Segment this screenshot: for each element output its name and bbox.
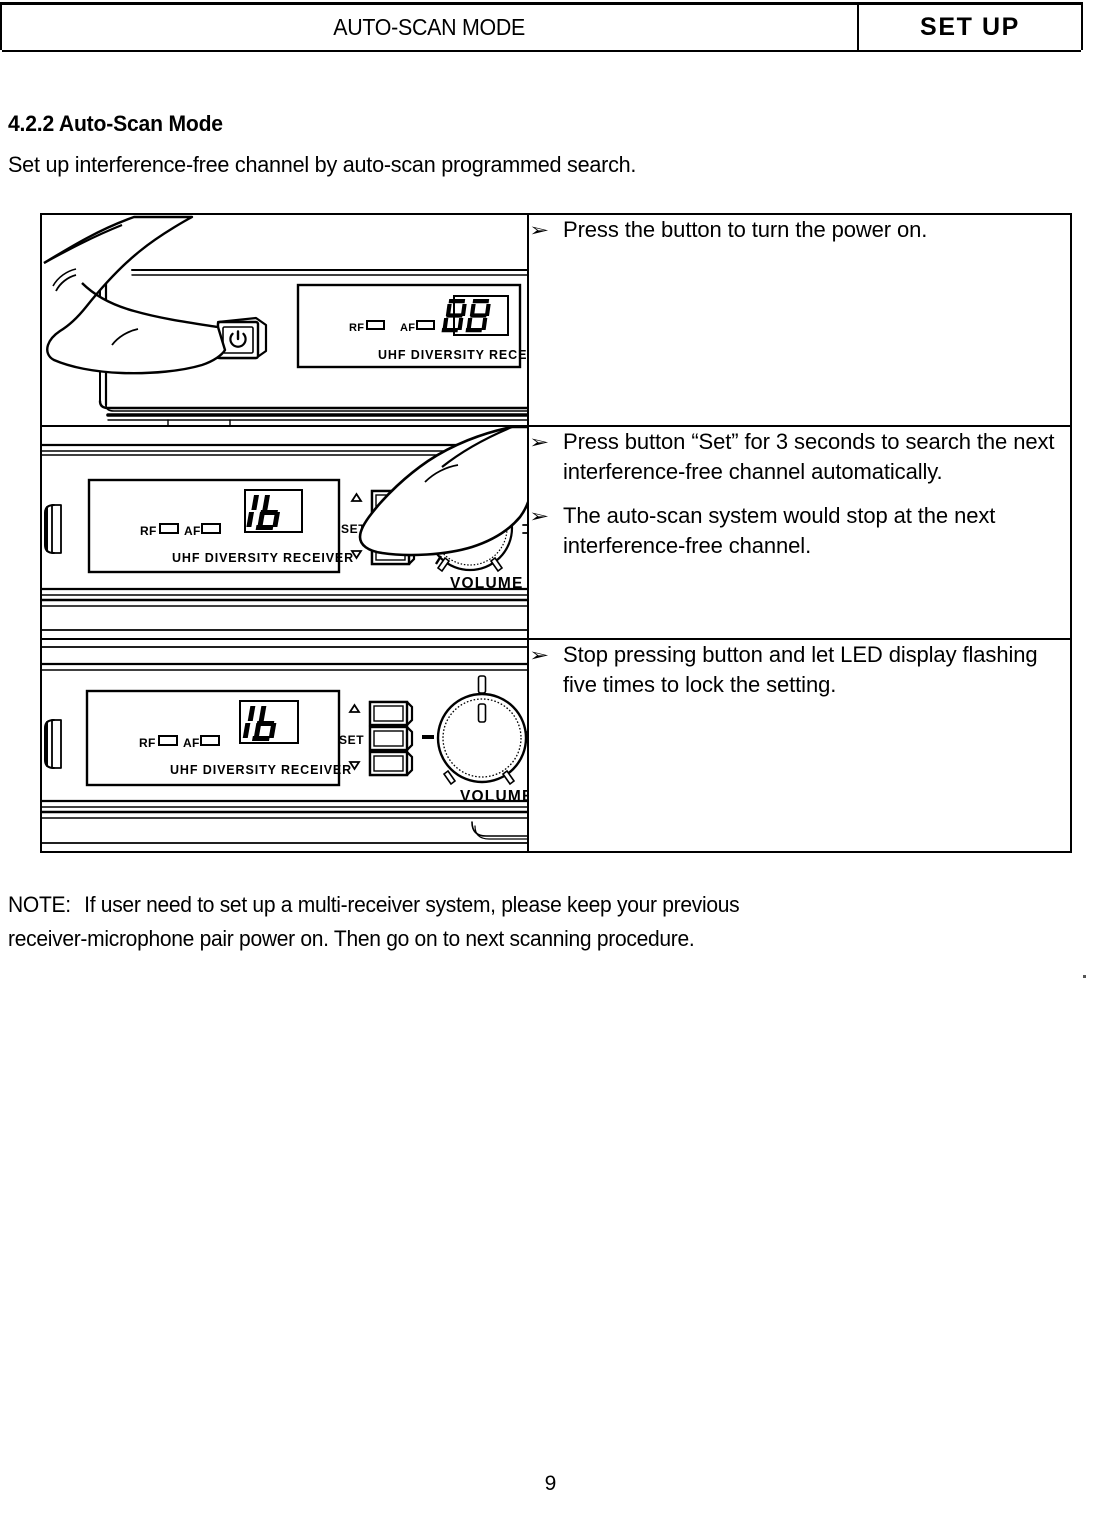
section-intro-text: Set up interference-free channel by auto… bbox=[8, 152, 637, 177]
section-tag: SET UP bbox=[920, 13, 1020, 41]
page-running-header: AUTO-SCAN MODE SET UP bbox=[0, 2, 1083, 52]
table-row: RF AF bbox=[40, 425, 1072, 640]
step-2-bullet-2: The auto-scan system would stop at the n… bbox=[563, 503, 996, 558]
section-heading: 4.2.2 Auto-Scan Mode bbox=[8, 111, 223, 136]
down-button-key bbox=[368, 750, 414, 777]
note-block: NOTE: If user need to set up a multi-rece… bbox=[8, 888, 1068, 956]
svg-text:AF: AF bbox=[400, 322, 415, 334]
stray-artifact-dot bbox=[1083, 975, 1086, 978]
receiver-front-power-svg: RF AF UHF DIVERSITY RECE bbox=[43, 216, 527, 424]
arrow-bullet-icon: ➢ bbox=[529, 431, 550, 453]
text-cell-step-3: ➢ Stop pressing button and let LED displ… bbox=[527, 638, 1072, 853]
step-3-bullet-1: Stop pressing button and let LED display… bbox=[563, 642, 1038, 697]
text-cell-step-2: ➢ Press button “Set” for 3 seconds to se… bbox=[527, 425, 1072, 640]
receiver-locked-setting-illustration: RF AF UHF DIVERSITY RECEIVER SET VOLUME bbox=[43, 641, 528, 850]
arrow-bullet-icon: ➢ bbox=[529, 219, 550, 241]
set-button-key bbox=[368, 725, 414, 752]
svg-text:UHF DIVERSITY RECEIVER: UHF DIVERSITY RECEIVER bbox=[378, 348, 527, 362]
receiver-power-button-press-illustration: RF AF UHF DIVERSITY RECE bbox=[43, 216, 527, 424]
receiver-display-panel: RF AF bbox=[87, 478, 354, 574]
step-2-bullet-1: Press button “Set” for 3 seconds to sear… bbox=[563, 429, 1055, 484]
receiver-display-panel: RF AF bbox=[85, 689, 352, 787]
running-title: AUTO-SCAN MODE bbox=[333, 14, 526, 40]
list-item: ➢ The auto-scan system would stop at the… bbox=[529, 501, 1070, 561]
svg-text:VOLUME: VOLUME bbox=[450, 575, 524, 592]
svg-text:AF: AF bbox=[183, 736, 200, 750]
receiver-front-set-svg: RF AF UHF DIVERSITY RECEIVER SET VOLUME bbox=[43, 428, 526, 631]
pointing-hand-illustration bbox=[43, 216, 227, 375]
note-text-line-2: receiver-microphone pair power on. Then … bbox=[8, 926, 695, 951]
receiver-front-locked-svg: RF AF UHF DIVERSITY RECEIVER SET VOLUME bbox=[43, 646, 528, 844]
step-1-bullet-1: Press the button to turn the power on. bbox=[563, 217, 928, 242]
table-row: RF AF bbox=[40, 638, 1072, 853]
arrow-bullet-icon: ➢ bbox=[529, 644, 550, 666]
note-label: NOTE: bbox=[8, 892, 71, 917]
note-line-1: NOTE: If user need to set up a multi-rece… bbox=[8, 888, 1020, 922]
page-number: 9 bbox=[544, 1472, 557, 1495]
svg-text:UHF DIVERSITY RECEIVER: UHF DIVERSITY RECEIVER bbox=[170, 763, 352, 777]
volume-knob: VOLUME bbox=[436, 675, 528, 805]
figure-cell-step-1: RF AF UHF DIVERSITY RECE bbox=[40, 213, 529, 427]
svg-text:RF: RF bbox=[139, 736, 156, 750]
section-tag-cell: SET UP bbox=[859, 5, 1081, 50]
svg-text:AF: AF bbox=[184, 524, 201, 538]
list-item: ➢ Press the button to turn the power on. bbox=[529, 215, 1070, 245]
up-button-key bbox=[368, 700, 414, 727]
table-row: RF AF bbox=[40, 213, 1072, 427]
receiver-display-panel: RF AF bbox=[296, 283, 527, 369]
arrow-bullet-icon: ➢ bbox=[529, 505, 550, 527]
svg-text:RF: RF bbox=[349, 322, 364, 334]
auto-scan-steps-table: RF AF UHF DIVERSITY RECE ➢ Press the but… bbox=[40, 213, 1072, 853]
svg-text:VOLUME: VOLUME bbox=[460, 788, 528, 805]
svg-text:SET: SET bbox=[339, 733, 364, 747]
running-title-cell: AUTO-SCAN MODE bbox=[2, 5, 859, 50]
figure-cell-step-2: RF AF UHF DIVERSITY RECEIVER SET VOLUME bbox=[40, 425, 529, 640]
svg-text:UHF DIVERSITY RECEIVER: UHF DIVERSITY RECEIVER bbox=[172, 551, 354, 565]
list-item: ➢ Stop pressing button and let LED displ… bbox=[529, 640, 1070, 700]
note-text-line-1: If user need to set up a multi-receiver … bbox=[84, 892, 740, 917]
receiver-control-buttons: SET bbox=[339, 700, 434, 777]
svg-text:RF: RF bbox=[140, 524, 157, 538]
list-item: ➢ Press button “Set” for 3 seconds to se… bbox=[529, 427, 1070, 487]
receiver-set-button-press-illustration: RF AF UHF DIVERSITY RECEIVER SET VOLUME bbox=[43, 428, 526, 637]
text-cell-step-1: ➢ Press the button to turn the power on. bbox=[527, 213, 1072, 427]
power-button-key bbox=[216, 316, 268, 360]
figure-cell-step-3: RF AF UHF DIVERSITY RECEIVER SET VOLUME bbox=[40, 638, 529, 853]
